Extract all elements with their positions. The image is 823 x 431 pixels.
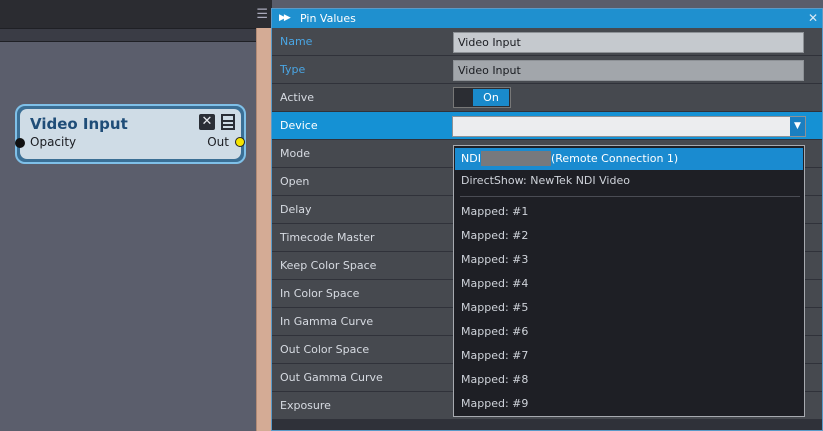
- option-suffix: (Remote Connection 1): [550, 152, 679, 165]
- dropdown-separator: [460, 196, 800, 197]
- splitter[interactable]: [256, 28, 271, 431]
- property-label: Device: [280, 119, 318, 132]
- toggle-on-segment: On: [473, 89, 509, 106]
- property-row-name: Name Video Input: [272, 28, 822, 56]
- property-label: Type: [280, 63, 306, 76]
- name-field[interactable]: Video Input: [453, 32, 804, 53]
- type-field: Video Input: [453, 60, 804, 81]
- app-window: ☰ Video Input ✕ Opacity Out ▶▶ Pin Value…: [0, 0, 823, 431]
- menu-icon[interactable]: ☰: [256, 7, 268, 22]
- property-label: Out Color Space: [280, 343, 370, 356]
- active-toggle[interactable]: On: [453, 87, 511, 108]
- dropdown-option[interactable]: Mapped: #6: [455, 321, 803, 343]
- dropdown-option[interactable]: Mapped: #5: [455, 297, 803, 319]
- dropdown-option[interactable]: Mapped: #9: [455, 393, 803, 415]
- video-input-node[interactable]: Video Input ✕ Opacity Out: [15, 104, 246, 164]
- dropdown-option[interactable]: NDI (Remote Connection 1): [455, 148, 803, 170]
- node-menu-icon[interactable]: [221, 114, 235, 130]
- node-title: Video Input: [30, 115, 128, 133]
- close-icon[interactable]: ✕: [199, 114, 215, 130]
- device-dropdown-list: NDI (Remote Connection 1) DirectShow: New…: [453, 145, 805, 417]
- property-label: Name: [280, 35, 313, 48]
- dropdown-option[interactable]: Mapped: #3: [455, 249, 803, 271]
- output-pin-connector[interactable]: [235, 137, 245, 147]
- canvas-toolbar: ☰: [0, 0, 272, 28]
- dropdown-option[interactable]: Mapped: #2: [455, 225, 803, 247]
- property-label: Exposure: [280, 399, 331, 412]
- dropdown-option[interactable]: Mapped: #1: [455, 201, 803, 223]
- close-icon[interactable]: ✕: [808, 9, 818, 28]
- toggle-off-segment: [454, 88, 472, 107]
- property-label: Delay: [280, 203, 312, 216]
- panel-header: ▶▶ Pin Values ✕: [272, 9, 822, 28]
- property-label: Keep Color Space: [280, 259, 377, 272]
- expand-arrows-icon[interactable]: ▶▶: [279, 9, 291, 28]
- redacted-block: [480, 150, 551, 166]
- property-label: In Gamma Curve: [280, 315, 374, 328]
- panel-title: Pin Values: [300, 12, 356, 25]
- property-label: In Color Space: [280, 287, 360, 300]
- property-label: Active: [280, 91, 315, 104]
- canvas-ruler: [0, 28, 256, 42]
- graph-canvas[interactable]: [0, 42, 256, 431]
- option-prefix: NDI: [461, 152, 481, 165]
- dropdown-option[interactable]: Mapped: #8: [455, 369, 803, 391]
- dropdown-option[interactable]: Mapped: #7: [455, 345, 803, 367]
- property-label: Open: [280, 175, 310, 188]
- property-row-device[interactable]: Device ▼: [272, 112, 822, 140]
- dropdown-option[interactable]: DirectShow: NewTek NDI Video: [455, 170, 803, 192]
- input-pin-label: Opacity: [30, 135, 77, 149]
- chevron-down-icon[interactable]: ▼: [790, 117, 805, 136]
- node-body: Video Input ✕ Opacity Out: [20, 109, 241, 159]
- property-row-active: Active On: [272, 84, 822, 112]
- property-label: Timecode Master: [280, 231, 375, 244]
- property-row-type: Type Video Input: [272, 56, 822, 84]
- property-label: Out Gamma Curve: [280, 371, 383, 384]
- dropdown-option[interactable]: Mapped: #4: [455, 273, 803, 295]
- input-pin-connector[interactable]: [15, 138, 25, 148]
- device-combobox[interactable]: ▼: [452, 116, 806, 137]
- property-label: Mode: [280, 147, 310, 160]
- output-pin-label: Out: [207, 135, 229, 149]
